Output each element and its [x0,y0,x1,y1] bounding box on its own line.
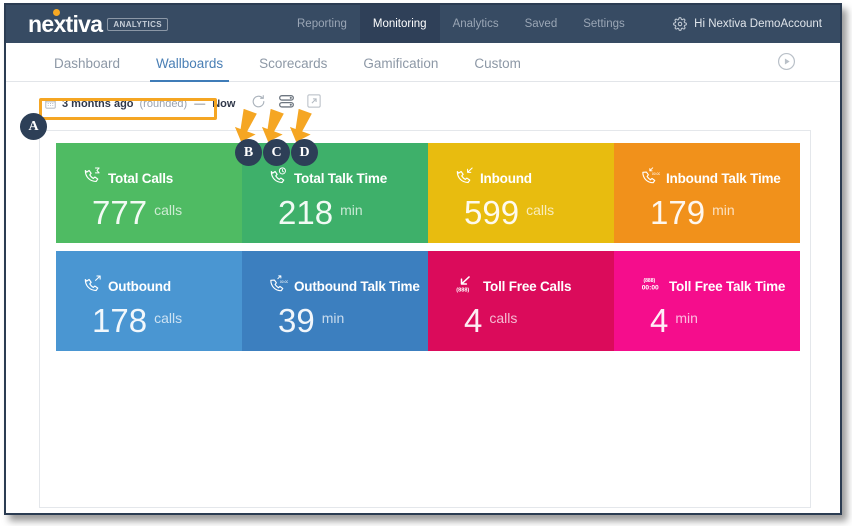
tile-toll-free-calls[interactable]: (888) Toll Free Calls 4 calls [428,251,614,351]
tile-outbound[interactable]: Outbound 178 calls [56,251,242,351]
sub-tab-bar: Dashboard Wallboards Scorecards Gamifica… [6,43,840,82]
account-menu[interactable]: Hi Nextiva DemoAccount [673,5,822,43]
tile-header: (888) Toll Free Calls [455,277,609,295]
tile-header: 00:00 Inbound Talk Time [641,169,795,187]
tile-value: 178 [92,304,147,337]
phone-outbound-time-icon: 00:00 [269,275,288,297]
tile-value: 599 [464,196,519,229]
tile-value: 218 [278,196,333,229]
callout-badge-c: C [263,139,290,166]
svg-text:(888): (888) [456,287,469,293]
account-label: Hi Nextiva DemoAccount [694,18,822,30]
tile-title: Inbound [480,171,532,186]
svg-text:00:00: 00:00 [280,280,288,284]
svg-text:00:00: 00:00 [642,284,659,291]
tile-value: 39 [278,304,315,337]
phone-sum-icon [83,167,102,189]
tile-body: 178 calls [83,304,237,337]
tab-scorecards[interactable]: Scorecards [241,56,345,81]
callout-arrow-d [289,109,315,143]
tile-header: (888) 00:00 Toll Free Talk Time [641,277,795,295]
tile-body: 218 min [269,196,423,229]
tile-value: 777 [92,196,147,229]
top-nav-items: Reporting Monitoring Analytics Saved Set… [284,5,638,43]
tile-unit: calls [154,202,182,218]
tile-header: Total Talk Time [269,169,423,187]
phone-inbound-icon [455,167,474,189]
tile-title: Total Talk Time [294,171,387,186]
date-range-note: (rounded) [140,98,188,110]
tile-value: 179 [650,196,705,229]
tile-inbound-talk-time[interactable]: 00:00 Inbound Talk Time 179 min [614,143,800,243]
tile-body: 4 min [641,304,795,337]
tile-body: 599 calls [455,196,609,229]
date-range-selector[interactable]: 3 months ago (rounded) — Now [39,96,242,112]
callout-badge-a: A [20,113,47,140]
brand-name: nextiva [28,11,102,37]
phone-outbound-icon [83,275,102,297]
play-circle-icon[interactable] [777,52,796,71]
tile-title: Outbound Talk Time [294,279,420,294]
topnav-item-saved[interactable]: Saved [512,5,571,43]
topnav-item-analytics[interactable]: Analytics [440,5,512,43]
topnav-item-settings[interactable]: Settings [570,5,638,43]
tile-header: 00:00 Outbound Talk Time [269,277,423,295]
phone-clock-icon [269,167,288,189]
tile-title: Outbound [108,279,171,294]
wallboard-panel: Total Calls 777 calls [39,130,811,508]
tile-unit: calls [526,202,554,218]
callout-arrow-b [234,109,260,143]
tile-header: Outbound [83,277,237,295]
calendar-icon [45,98,56,109]
logo-dot-icon [53,9,60,16]
gear-icon [673,17,687,31]
wallboard-tile-grid: Total Calls 777 calls [56,143,800,351]
brand-logo[interactable]: nextiva ANALYTICS [6,5,168,43]
tab-custom[interactable]: Custom [456,56,539,81]
tollfree-inbound-icon: (888) [455,275,477,298]
date-range-start: 3 months ago [62,98,134,110]
tile-body: 777 calls [83,196,237,229]
date-range-dash: — [193,98,206,110]
tile-outbound-talk-time[interactable]: 00:00 Outbound Talk Time 39 min [242,251,428,351]
tile-unit: calls [489,310,517,326]
tile-value: 4 [464,304,482,337]
tab-gamification[interactable]: Gamification [345,56,456,81]
brand-badge: ANALYTICS [107,18,168,31]
tile-title: Toll Free Talk Time [669,279,785,294]
topnav-item-reporting[interactable]: Reporting [284,5,360,43]
callout-arrow-c [261,109,287,143]
tile-unit: min [675,310,698,326]
tile-body: 179 min [641,196,795,229]
callout-badge-b: B [235,139,262,166]
top-navigation-bar: nextiva ANALYTICS Reporting Monitoring An… [6,5,840,43]
tile-value: 4 [650,304,668,337]
tile-title: Total Calls [108,171,173,186]
tile-unit: calls [154,310,182,326]
tile-header: Total Calls [83,169,237,187]
date-range-end: Now [212,98,235,110]
wallboard-toolbar: 3 months ago (rounded) — Now [6,88,840,119]
topnav-item-monitoring[interactable]: Monitoring [360,5,440,43]
tile-title: Toll Free Calls [483,279,571,294]
svg-text:00:00: 00:00 [652,172,660,176]
tile-title: Inbound Talk Time [666,171,781,186]
tile-total-calls[interactable]: Total Calls 777 calls [56,143,242,243]
tollfree-time-icon: (888) 00:00 [641,275,663,298]
phone-inbound-time-icon: 00:00 [641,167,660,189]
tile-body: 4 calls [455,304,609,337]
tile-unit: min [340,202,363,218]
tile-header: Inbound [455,169,609,187]
tab-wallboards[interactable]: Wallboards [138,56,241,81]
tile-inbound[interactable]: Inbound 599 calls [428,143,614,243]
tile-body: 39 min [269,304,423,337]
tab-dashboard[interactable]: Dashboard [36,56,138,81]
callout-badge-d: D [291,139,318,166]
tile-unit: min [322,310,345,326]
tile-unit: min [712,202,735,218]
tile-toll-free-talk-time[interactable]: (888) 00:00 Toll Free Talk Time 4 min [614,251,800,351]
svg-text:(888): (888) [643,277,655,283]
browser-window: nextiva ANALYTICS Reporting Monitoring An… [4,3,842,515]
